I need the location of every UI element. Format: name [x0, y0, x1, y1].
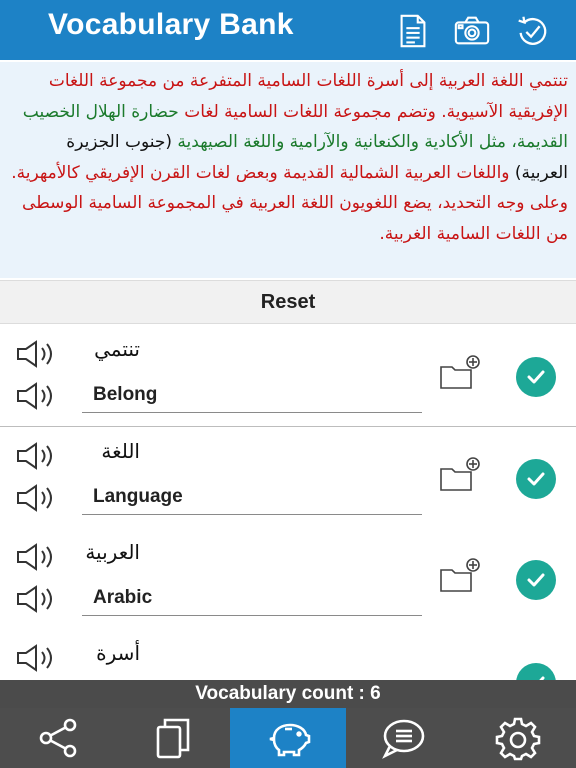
- piggy-bank-icon: [269, 723, 311, 757]
- translation-field[interactable]: Arabic: [82, 580, 422, 616]
- tab-share[interactable]: [0, 708, 115, 768]
- speaker-icon[interactable]: [14, 542, 60, 572]
- passage-segment: واللغات العربية الشمالية القديمة وبعض لغ…: [11, 162, 568, 244]
- tab-settings[interactable]: [461, 708, 576, 768]
- checkmark-icon[interactable]: [516, 459, 556, 499]
- header-bar: Vocabulary Bank: [0, 0, 576, 60]
- tab-copy[interactable]: [115, 708, 230, 768]
- vocab-row: العربية Arabic: [0, 528, 576, 630]
- document-icon[interactable]: [392, 10, 434, 52]
- app-root: Vocabulary Bank تنتمي اللغة العربية إلى …: [0, 0, 576, 768]
- translation-field[interactable]: Belong: [82, 377, 422, 413]
- speaker-icon[interactable]: [14, 441, 60, 471]
- speaker-icon[interactable]: [14, 584, 60, 614]
- page-title: Vocabulary Bank: [48, 8, 294, 41]
- speaker-icon[interactable]: [14, 643, 60, 673]
- bottom-tab-bar: [0, 708, 576, 768]
- arabic-passage: تنتمي اللغة العربية إلى أسرة اللغات السا…: [0, 62, 576, 278]
- speaker-icon[interactable]: [14, 483, 60, 513]
- camera-icon[interactable]: [451, 10, 493, 52]
- tab-messages[interactable]: [346, 708, 461, 768]
- vocab-row: تنتمي Belong: [0, 325, 576, 427]
- share-icon: [39, 718, 76, 758]
- folder-add-icon[interactable]: [438, 556, 482, 594]
- gear-icon: [496, 717, 541, 761]
- history-icon[interactable]: [511, 10, 553, 52]
- vocab-row: اللغة Language: [0, 427, 576, 529]
- chat-bubble-icon: [382, 719, 425, 759]
- arabic-word: أسرة: [96, 641, 140, 665]
- arabic-word: العربية: [85, 540, 140, 564]
- checkmark-icon[interactable]: [516, 357, 556, 397]
- translation-field[interactable]: Language: [82, 479, 422, 515]
- reset-button[interactable]: Reset: [0, 280, 576, 324]
- tab-piggy-bank[interactable]: [230, 708, 346, 768]
- speaker-icon[interactable]: [14, 381, 60, 411]
- speaker-icon[interactable]: [14, 339, 60, 369]
- arabic-word: اللغة: [101, 439, 140, 463]
- folder-add-icon[interactable]: [438, 455, 482, 493]
- arabic-word: تنتمي: [94, 337, 140, 361]
- checkmark-icon[interactable]: [516, 560, 556, 600]
- folder-add-icon[interactable]: [438, 353, 482, 391]
- vocabulary-count: Vocabulary count : 6: [0, 680, 576, 708]
- copy-icon: [156, 718, 190, 759]
